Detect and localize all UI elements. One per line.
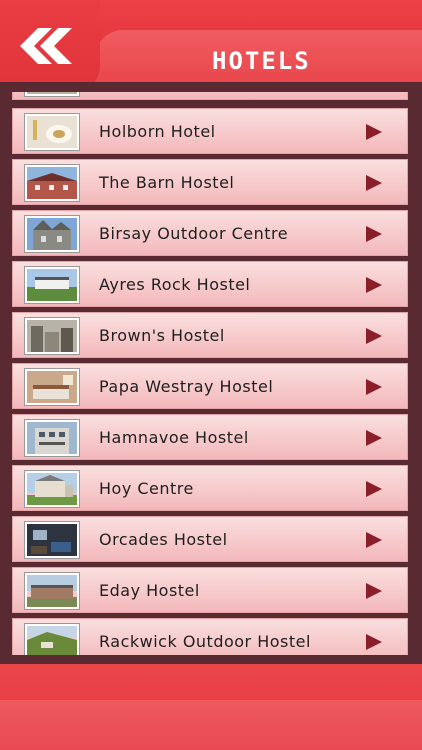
item-label: Birsay Outdoor Centre — [99, 224, 289, 243]
thumbnail-image — [25, 624, 79, 655]
item-label: The Barn Hostel — [99, 173, 235, 192]
chevron-right-icon — [366, 226, 382, 242]
thumbnail-image — [25, 522, 79, 558]
item-label: Hoy Centre — [99, 479, 194, 498]
thumbnail-image — [25, 573, 79, 609]
chevron-right-icon — [366, 583, 382, 599]
item-label: Rackwick Outdoor Hostel — [99, 632, 311, 651]
thumbnail-image — [25, 267, 79, 303]
chevron-right-icon — [366, 379, 382, 395]
list-item[interactable]: Eday Hostel — [12, 567, 408, 613]
list-item[interactable]: The Barn Hostel — [12, 159, 408, 205]
list-item[interactable]: Ayres Rock Hostel — [12, 261, 408, 307]
hotel-list[interactable]: Holborn Hotel The Barn Hostel Birsay Out… — [10, 92, 410, 655]
list-item[interactable]: Hoy Centre — [12, 465, 408, 511]
item-label: Eday Hostel — [99, 581, 200, 600]
thumbnail-image — [25, 92, 79, 96]
list-item[interactable]: Orcades Hostel — [12, 516, 408, 562]
double-chevron-left-icon — [20, 28, 72, 64]
chevron-right-icon — [366, 124, 382, 140]
list-item[interactable]: Papa Westray Hostel — [12, 363, 408, 409]
chevron-right-icon — [366, 481, 382, 497]
page-title: HOTELS — [212, 47, 311, 75]
footer-band — [0, 700, 422, 750]
chevron-right-icon — [366, 175, 382, 191]
thumbnail-image — [25, 216, 79, 252]
item-label: Hamnavoe Hostel — [99, 428, 249, 447]
list-item[interactable]: Brown's Hostel — [12, 312, 408, 358]
chevron-right-icon — [366, 634, 382, 650]
chevron-right-icon — [366, 277, 382, 293]
item-label: Brown's Hostel — [99, 326, 225, 345]
list-item[interactable]: Holborn Hotel — [12, 108, 408, 154]
thumbnail-image — [25, 318, 79, 354]
back-tab — [0, 0, 100, 92]
list-item[interactable]: Hamnavoe Hostel — [12, 414, 408, 460]
thumbnail-image — [25, 471, 79, 507]
item-label: Orcades Hostel — [99, 530, 228, 549]
thumbnail-image — [25, 420, 79, 456]
list-item[interactable] — [12, 92, 408, 100]
item-label: Ayres Rock Hostel — [99, 275, 251, 294]
back-button[interactable] — [18, 26, 74, 66]
list-item[interactable]: Rackwick Outdoor Hostel — [12, 618, 408, 655]
chevron-right-icon — [366, 532, 382, 548]
thumbnail-image — [25, 369, 79, 405]
list-item[interactable]: Birsay Outdoor Centre — [12, 210, 408, 256]
item-label: Papa Westray Hostel — [99, 377, 274, 396]
thumbnail-image — [25, 114, 79, 150]
thumbnail-image — [25, 165, 79, 201]
item-label: Holborn Hotel — [99, 122, 216, 141]
chevron-right-icon — [366, 328, 382, 344]
chevron-right-icon — [366, 430, 382, 446]
